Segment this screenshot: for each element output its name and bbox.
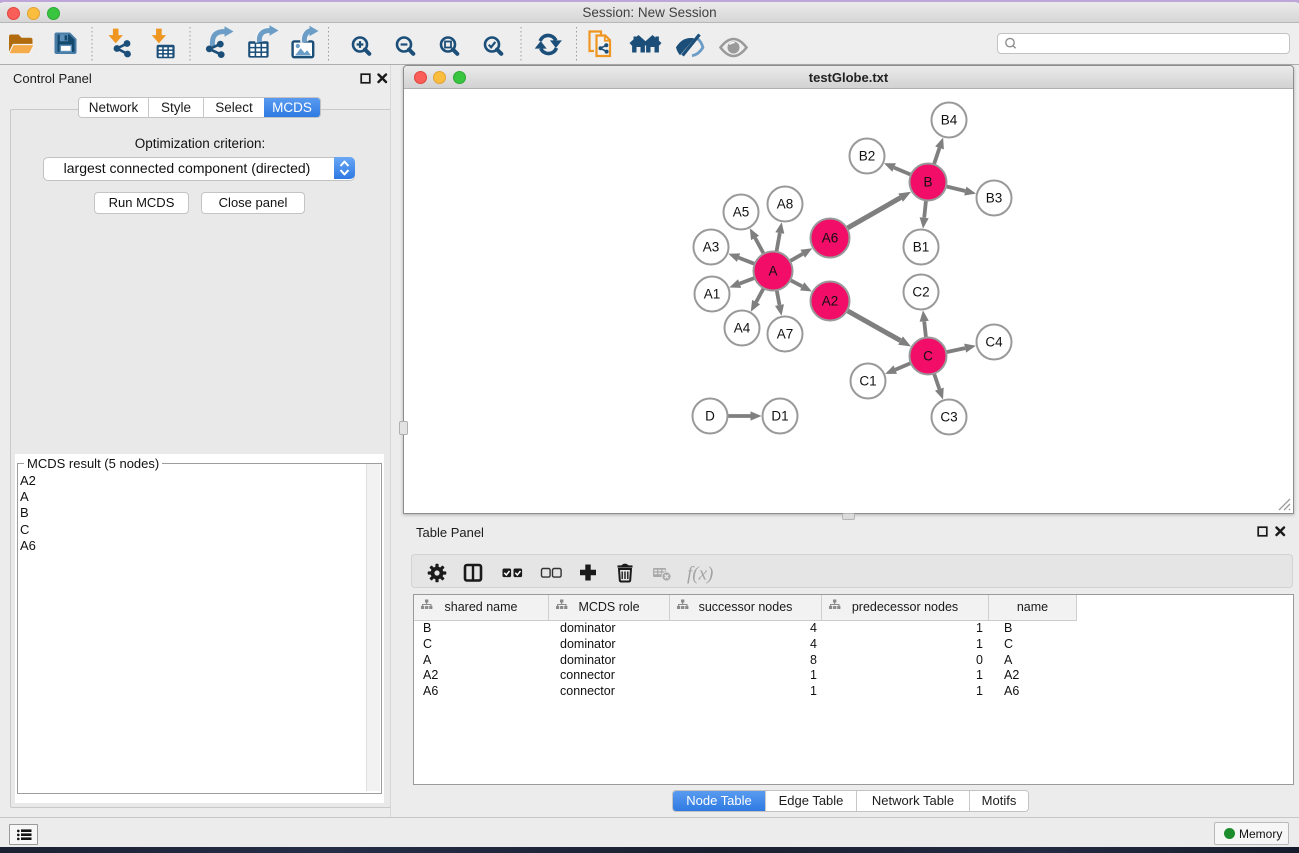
svg-text:A6: A6 (822, 231, 839, 246)
svg-text:C3: C3 (940, 410, 957, 425)
svg-text:A7: A7 (777, 327, 794, 342)
svg-text:C4: C4 (985, 335, 1003, 350)
svg-text:D1: D1 (771, 409, 788, 424)
svg-text:C: C (923, 349, 933, 364)
svg-text:C2: C2 (912, 285, 929, 300)
svg-text:A1: A1 (704, 287, 721, 302)
svg-text:A4: A4 (734, 321, 751, 336)
svg-text:A2: A2 (822, 294, 839, 309)
svg-text:B: B (923, 175, 932, 190)
svg-text:C1: C1 (859, 374, 876, 389)
svg-text:A5: A5 (733, 205, 750, 220)
svg-text:f(x): f(x) (687, 564, 713, 585)
svg-text:D: D (705, 409, 715, 424)
svg-text:B3: B3 (986, 191, 1003, 206)
svg-text:A: A (768, 264, 777, 279)
svg-text:A3: A3 (703, 240, 720, 255)
svg-text:A8: A8 (777, 197, 794, 212)
svg-text:B4: B4 (941, 113, 958, 128)
svg-text:B1: B1 (913, 240, 930, 255)
svg-text:B2: B2 (859, 149, 876, 164)
